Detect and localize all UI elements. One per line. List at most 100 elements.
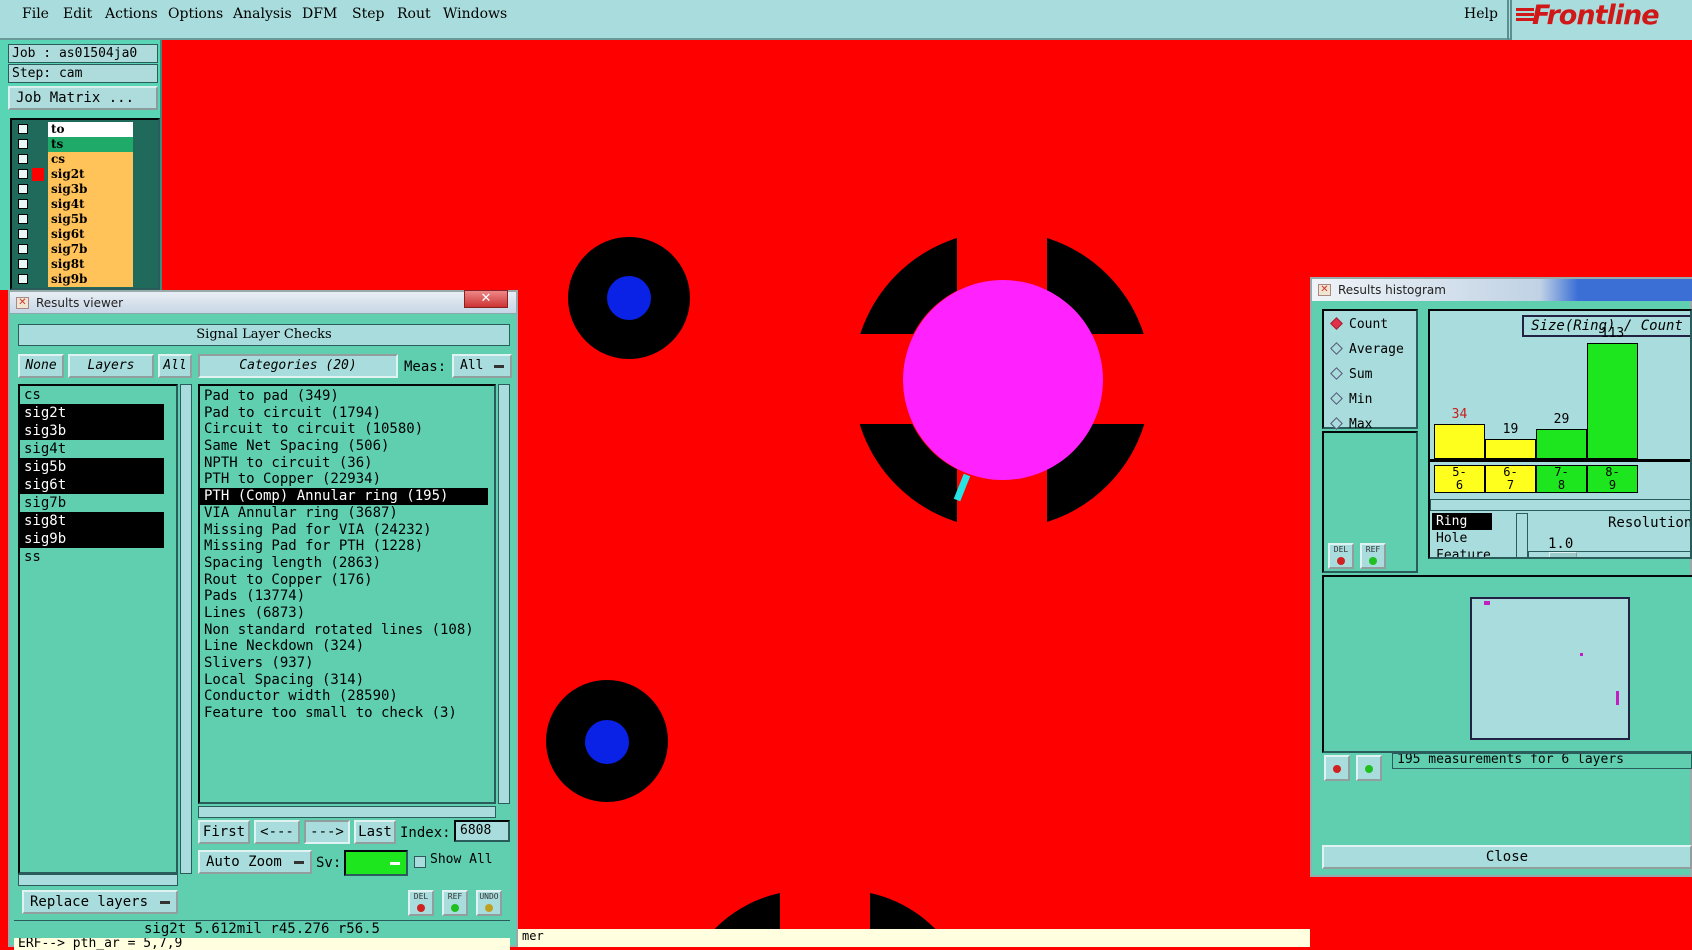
menu-help[interactable]: Help	[1464, 6, 1498, 22]
layer-name[interactable]: cs	[48, 152, 133, 167]
layer-checkbox[interactable]	[18, 199, 28, 209]
layer-checkbox[interactable]	[18, 184, 28, 194]
category-list[interactable]: Pad to pad (349) Pad to circuit (1794) Cir…	[198, 384, 496, 804]
layer-name[interactable]: sig7b	[48, 242, 133, 257]
category-item[interactable]: Feature too small to check (3)	[200, 705, 488, 722]
layer-checkbox[interactable]	[18, 244, 28, 254]
del-icon[interactable]	[1324, 755, 1350, 781]
layer-row[interactable]: sig5b	[14, 212, 154, 227]
layer-select-item[interactable]: sig5b	[20, 458, 164, 476]
menu-actions[interactable]: Actions	[105, 6, 158, 22]
category-item[interactable]: PTH to Copper (22934)	[200, 471, 488, 488]
menu-windows[interactable]: Windows	[443, 6, 507, 22]
ref-icon[interactable]: REF	[1360, 543, 1386, 569]
menu-analysis[interactable]: Analysis	[233, 6, 292, 22]
bin-label[interactable]: 5- 6	[1434, 465, 1485, 493]
mode-item[interactable]: Ring	[1432, 513, 1492, 530]
bin-label[interactable]: 6- 7	[1485, 465, 1536, 493]
layer-name[interactable]: sig3b	[48, 182, 133, 197]
histogram-bar[interactable]	[1434, 424, 1485, 459]
layer-select-item[interactable]: sig8t	[20, 512, 164, 530]
layer-checkbox[interactable]	[18, 154, 28, 164]
ref-icon[interactable]	[1356, 755, 1382, 781]
menu-options[interactable]: Options	[168, 6, 223, 22]
layer-name[interactable]: sig8t	[48, 257, 133, 272]
menu-dfm[interactable]: DFM	[302, 6, 337, 22]
radio-diamond-icon[interactable]	[1330, 417, 1343, 430]
radio-diamond-icon[interactable]	[1330, 367, 1343, 380]
category-item[interactable]: Missing Pad for PTH (1228)	[200, 538, 488, 555]
menu-edit[interactable]: Edit	[63, 6, 92, 22]
histogram-bar[interactable]	[1485, 439, 1536, 459]
category-item[interactable]: Circuit to circuit (10580)	[200, 421, 488, 438]
layer-select-item[interactable]: sig6t	[20, 476, 164, 494]
layer-list-vscroll[interactable]	[180, 384, 192, 874]
layer-select-item[interactable]: sig2t	[20, 404, 164, 422]
prev-button[interactable]: <---	[254, 820, 300, 844]
radio-diamond-icon[interactable]	[1330, 317, 1343, 330]
results-histogram-titlebar[interactable]: ✕ Results histogram	[1312, 279, 1692, 301]
category-item[interactable]: Lines (6873)	[200, 605, 488, 622]
layers-button[interactable]: Layers	[68, 354, 154, 378]
mode-item[interactable]: Feature	[1432, 547, 1518, 557]
menu-step[interactable]: Step	[352, 6, 384, 22]
mode-item[interactable]: Hole	[1432, 530, 1518, 547]
category-item[interactable]: Spacing length (2863)	[200, 555, 488, 572]
show-all-checkbox[interactable]	[414, 856, 426, 868]
results-viewer-titlebar[interactable]: ✕ Results viewer ✕	[10, 290, 516, 314]
layer-select-item[interactable]: sig4t	[20, 440, 164, 458]
category-item[interactable]: Pad to circuit (1794)	[200, 405, 488, 422]
bin-label[interactable]: 8- 9	[1587, 465, 1638, 493]
layer-select-item[interactable]: sig3b	[20, 422, 164, 440]
none-button[interactable]: None	[18, 354, 64, 378]
replace-layers-dropdown[interactable]: Replace layers	[22, 890, 178, 914]
histogram-bar[interactable]	[1587, 343, 1638, 459]
mode-list-vscroll[interactable]	[1516, 513, 1528, 557]
layer-select-item[interactable]: sig9b	[20, 530, 164, 548]
radio-average[interactable]: Average	[1330, 342, 1404, 357]
histogram-bar[interactable]	[1536, 429, 1587, 459]
layer-checkbox[interactable]	[18, 214, 28, 224]
layer-row[interactable]: to	[14, 122, 154, 137]
category-item[interactable]: Pad to pad (349)	[200, 388, 488, 405]
layer-checkbox[interactable]	[18, 169, 28, 179]
layer-select-item[interactable]: sig7b	[20, 494, 164, 512]
category-item[interactable]: NPTH to circuit (36)	[200, 455, 488, 472]
resolution-slider[interactable]	[1528, 551, 1690, 557]
auto-zoom-dropdown[interactable]: Auto Zoom	[198, 850, 312, 874]
undo-icon[interactable]: UNDO	[476, 890, 502, 916]
layer-row[interactable]: sig2t	[14, 167, 154, 182]
layer-row[interactable]: sig8t	[14, 257, 154, 272]
sv-color-dropdown[interactable]	[344, 850, 408, 876]
layer-name[interactable]: sig4t	[48, 197, 133, 212]
del-icon[interactable]: DEL	[1328, 543, 1354, 569]
layer-name[interactable]: sig6t	[48, 227, 133, 242]
category-item[interactable]: Line Neckdown (324)	[200, 638, 488, 655]
layer-row[interactable]: sig6t	[14, 227, 154, 242]
radio-min[interactable]: Min	[1330, 392, 1372, 407]
last-button[interactable]: Last	[354, 820, 396, 844]
layer-row[interactable]: sig7b	[14, 242, 154, 257]
layer-name[interactable]: sig5b	[48, 212, 133, 227]
radio-diamond-icon[interactable]	[1330, 342, 1343, 355]
close-icon[interactable]: ✕	[464, 290, 508, 308]
radio-diamond-icon[interactable]	[1330, 392, 1343, 405]
layer-select-item[interactable]: ss	[20, 548, 164, 566]
layer-row[interactable]: ts	[14, 137, 154, 152]
layer-list[interactable]: to ts cs sig2t sig3b sig4t sig5b sig6t sig7b sig8…	[10, 118, 160, 290]
menu-rout[interactable]: Rout	[397, 6, 431, 22]
layer-name[interactable]: ts	[48, 137, 133, 152]
index-input[interactable]: 6808	[454, 820, 510, 842]
layer-name[interactable]: sig9b	[48, 272, 133, 287]
meas-dropdown[interactable]: All	[452, 354, 512, 378]
bin-label[interactable]: 7- 8	[1536, 465, 1587, 493]
layer-select-item[interactable]: cs	[20, 386, 164, 404]
category-item[interactable]: Local Spacing (314)	[200, 672, 488, 689]
layer-select-list[interactable]: cs sig2t sig3b sig4t sig5b sig6t sig7b sig8t sig…	[18, 384, 178, 874]
histogram-close-button[interactable]: Close	[1322, 845, 1692, 869]
layer-name[interactable]: sig2t	[48, 167, 133, 182]
category-item[interactable]: Conductor width (28590)	[200, 688, 488, 705]
layer-checkbox[interactable]	[18, 229, 28, 239]
radio-sum[interactable]: Sum	[1330, 367, 1372, 382]
first-button[interactable]: First	[198, 820, 250, 844]
